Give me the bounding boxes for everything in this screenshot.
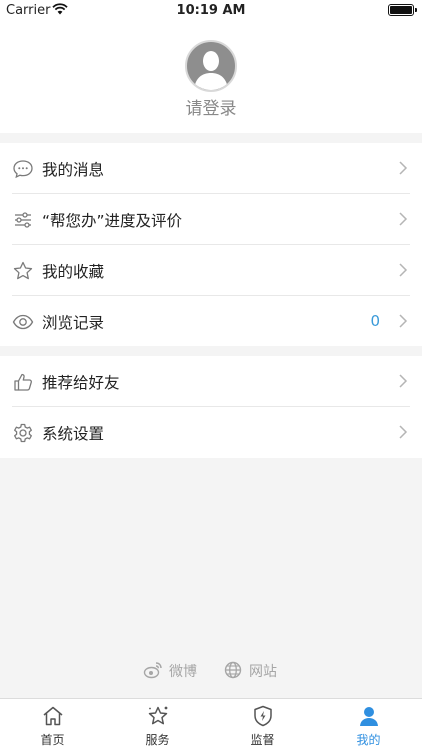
chevron-right-icon [399, 161, 408, 175]
menu-item-favorites[interactable]: 我的收藏 [0, 245, 422, 296]
weibo-link[interactable]: 微博 [143, 658, 207, 682]
globe-icon [224, 661, 242, 679]
tab-label: 服务 [145, 733, 170, 747]
menu-item-label: 我的收藏 [42, 263, 105, 281]
tab-services[interactable]: 服务 [105, 699, 210, 750]
menu-item-label: 浏览记录 [42, 314, 105, 332]
shield-icon [254, 705, 272, 727]
star-icon [13, 261, 33, 280]
profile-header: 请登录 [0, 22, 422, 133]
tab-label: 监督 [250, 733, 275, 747]
tab-label: 我的 [356, 733, 381, 747]
gear-icon [14, 423, 32, 443]
thumbs-up-icon [14, 373, 32, 391]
chevron-right-icon [399, 263, 408, 277]
chevron-right-icon [399, 314, 408, 328]
menu-item-label: 我的消息 [42, 161, 105, 179]
menu-item-messages[interactable]: 我的消息 [0, 143, 422, 194]
menu-item-recommend[interactable]: 推荐给好友 [0, 356, 422, 407]
weibo-icon [143, 662, 162, 679]
tab-mine[interactable]: 我的 [316, 699, 421, 750]
chevron-right-icon [399, 425, 408, 439]
menu-group-primary: 我的消息 “帮您办”进度及评价 我的收藏 浏览记录 0 [0, 143, 422, 346]
weibo-label: 微博 [169, 664, 197, 680]
tab-home[interactable]: 首页 [0, 699, 105, 750]
website-link[interactable]: 网站 [223, 658, 287, 682]
tab-label: 首页 [40, 733, 65, 747]
eye-icon [12, 314, 34, 330]
menu-item-progress[interactable]: “帮您办”进度及评价 [0, 194, 422, 245]
tab-bar: 首页 服务 监督 我的 [0, 698, 422, 750]
chevron-right-icon [399, 212, 408, 226]
menu-item-settings[interactable]: 系统设置 [0, 407, 422, 458]
menu-item-history[interactable]: 浏览记录 0 [0, 296, 422, 347]
status-bar: Carrier 10:19 AM [0, 0, 422, 22]
website-label: 网站 [249, 664, 277, 680]
chat-bubble-icon [13, 160, 33, 179]
service-star-icon [148, 706, 168, 725]
avatar[interactable] [185, 40, 237, 92]
menu-item-label: “帮您办”进度及评价 [42, 212, 183, 230]
history-count-badge: 0 [370, 312, 380, 330]
footer-links: 微博 网站 [0, 658, 422, 682]
battery-icon [388, 4, 417, 16]
user-icon [360, 707, 378, 726]
clock: 10:19 AM [176, 3, 246, 18]
chevron-right-icon [399, 374, 408, 388]
login-link[interactable]: 请登录 [0, 94, 422, 119]
user-silhouette-icon [194, 51, 228, 90]
sliders-icon [15, 212, 31, 228]
tab-supervision[interactable]: 监督 [210, 699, 315, 750]
menu-item-label: 系统设置 [42, 425, 105, 443]
menu-group-secondary: 推荐给好友 系统设置 [0, 356, 422, 458]
home-icon [43, 706, 63, 726]
menu-item-label: 推荐给好友 [42, 374, 120, 392]
